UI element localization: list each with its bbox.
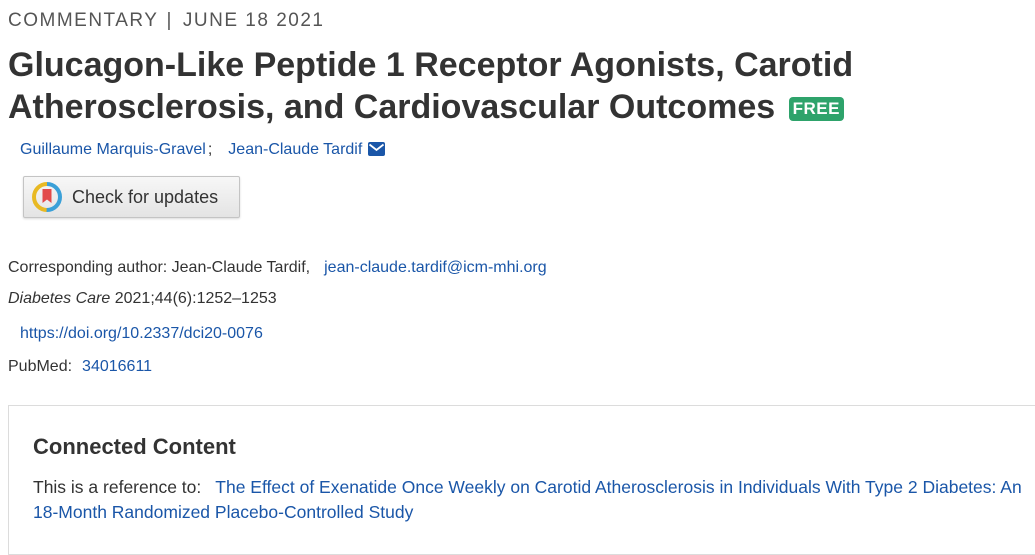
crossmark-icon — [32, 182, 62, 212]
citation: Diabetes Care 2021;44(6):1252–1253 — [8, 290, 277, 308]
author-link-2[interactable]: Jean-Claude Tardif — [228, 141, 362, 158]
article-meta: COMMENTARY | JUNE 18 2021 — [8, 10, 324, 32]
free-badge: FREE — [788, 97, 844, 121]
doi-link[interactable]: https://doi.org/10.2337/dci20-0076 — [20, 325, 263, 342]
doi-row: https://doi.org/10.2337/dci20-0076 — [20, 325, 263, 343]
pubmed-link[interactable]: 34016611 — [82, 358, 152, 375]
check-for-updates-label: Check for updates — [72, 186, 219, 207]
publish-date: JUNE 18 2021 — [182, 10, 325, 31]
meta-separator: | — [166, 10, 173, 31]
reference-prefix: This is a reference to: — [33, 477, 202, 497]
corresponding-label: Corresponding author: Jean-Claude Tardif… — [8, 259, 311, 276]
corresponding-email-link[interactable]: jean-claude.tardif@icm-mhi.org — [324, 259, 547, 276]
pubmed-label: PubMed: — [8, 358, 73, 375]
author-link-1[interactable]: Guillaume Marquis-Gravel — [20, 141, 206, 158]
author-separator: ; — [207, 141, 213, 158]
article-type: COMMENTARY — [8, 10, 159, 31]
pubmed-row: PubMed: 34016611 — [8, 358, 152, 376]
envelope-icon[interactable] — [368, 142, 386, 161]
journal-name: Diabetes Care — [8, 290, 111, 307]
connected-reference: This is a reference to: The Effect of Exe… — [33, 475, 1023, 525]
connected-content-heading: Connected Content — [33, 434, 236, 459]
author-list: Guillaume Marquis-Gravel; Jean-Claude Tar… — [20, 141, 386, 161]
corresponding-author: Corresponding author: Jean-Claude Tardif… — [8, 259, 547, 277]
citation-details: 2021;44(6):1252–1253 — [110, 290, 277, 307]
article-title: Glucagon-Like Peptide 1 Receptor Agonist… — [8, 44, 1018, 128]
article-title-text: Glucagon-Like Peptide 1 Receptor Agonist… — [8, 46, 854, 126]
connected-content-panel: Connected Content This is a reference to… — [8, 405, 1035, 555]
check-for-updates-button[interactable]: Check for updates — [23, 176, 240, 218]
